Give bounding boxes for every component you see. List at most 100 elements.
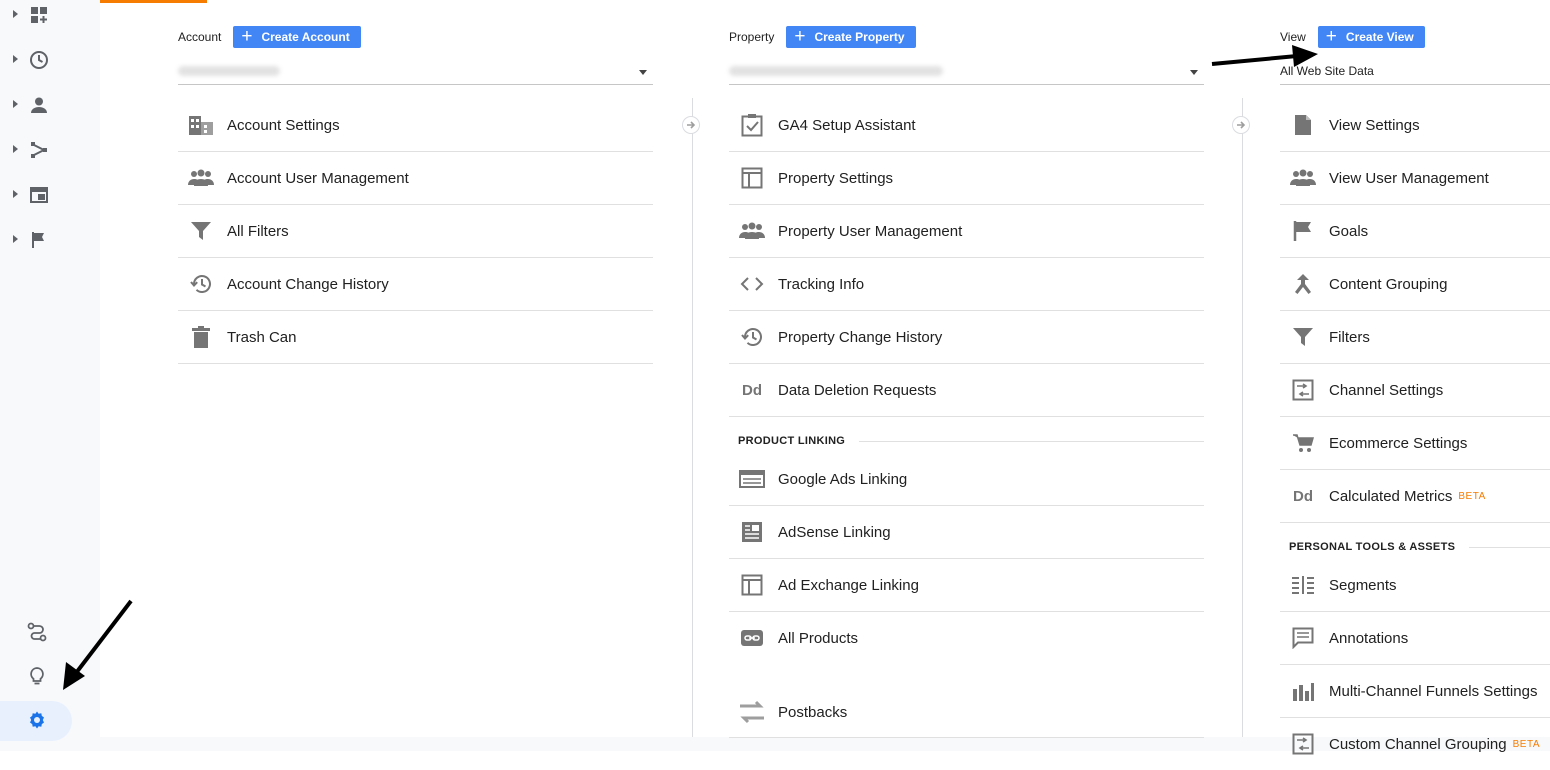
section-divider bbox=[859, 440, 1204, 442]
create-property-button[interactable]: + Create Property bbox=[786, 26, 916, 48]
postback-icon bbox=[740, 700, 764, 724]
nav-behavior[interactable] bbox=[0, 178, 72, 212]
ads-icon bbox=[739, 470, 765, 488]
history-icon bbox=[190, 275, 211, 293]
google-ads-linking-label: Google Ads Linking bbox=[778, 470, 908, 488]
trash-icon bbox=[192, 326, 210, 348]
nav-discover[interactable] bbox=[0, 657, 72, 697]
filters-item[interactable]: Filters bbox=[1280, 311, 1550, 364]
dd-icon: Dd bbox=[1293, 487, 1313, 505]
channel-settings-label: Channel Settings bbox=[1329, 381, 1444, 399]
view-selected-value: All Web Site Data bbox=[1280, 64, 1374, 78]
building-icon bbox=[189, 116, 213, 135]
multi-channel-funnels-settings-item[interactable]: Multi-Channel Funnels Settings bbox=[1280, 665, 1550, 718]
redacted-account-name bbox=[178, 66, 280, 76]
ecommerce-settings-item[interactable]: Ecommerce Settings bbox=[1280, 417, 1550, 470]
property-user-management-item[interactable]: Property User Management bbox=[729, 205, 1204, 258]
all-products-label: All Products bbox=[778, 629, 859, 647]
tracking-info-item[interactable]: Tracking Info bbox=[729, 258, 1204, 311]
view-user-management-label: View User Management bbox=[1329, 169, 1489, 187]
beta-badge: BETA bbox=[1512, 738, 1540, 750]
clipboard-check-icon bbox=[741, 114, 763, 137]
create-account-button[interactable]: + Create Account bbox=[233, 26, 361, 48]
property-settings-item[interactable]: Property Settings bbox=[729, 152, 1204, 205]
account-user-management-item[interactable]: Account User Management bbox=[178, 152, 653, 205]
trash-can-item[interactable]: Trash Can bbox=[178, 311, 653, 364]
property-change-history-item[interactable]: Property Change History bbox=[729, 311, 1204, 364]
property-settings-label: Property Settings bbox=[778, 169, 894, 187]
segments-item[interactable]: Segments bbox=[1280, 559, 1550, 612]
goals-label: Goals bbox=[1329, 222, 1369, 240]
content-grouping-label: Content Grouping bbox=[1329, 275, 1448, 293]
annotations-label: Annotations bbox=[1329, 629, 1409, 647]
view-settings-item[interactable]: View Settings bbox=[1280, 99, 1550, 152]
create-view-button[interactable]: + Create View bbox=[1317, 26, 1425, 48]
filter-icon bbox=[1293, 328, 1313, 346]
nav-audience[interactable] bbox=[0, 88, 72, 122]
google-ads-linking-item[interactable]: Google Ads Linking bbox=[729, 453, 1204, 506]
calculated-metrics-item[interactable]: Dd Calculated Metrics BETA bbox=[1280, 470, 1550, 523]
postbacks-item[interactable]: Postbacks bbox=[729, 687, 1204, 738]
product-linking-heading: PRODUCT LINKING bbox=[729, 429, 1204, 453]
account-settings-item[interactable]: Account Settings bbox=[178, 99, 653, 152]
column-divider bbox=[1242, 98, 1243, 737]
create-account-label: Create Account bbox=[261, 30, 350, 44]
property-selector[interactable] bbox=[729, 60, 1204, 85]
content-grouping-item[interactable]: Content Grouping bbox=[1280, 258, 1550, 311]
caret-right-icon bbox=[13, 190, 18, 198]
redacted-property-name bbox=[729, 66, 943, 76]
history-icon bbox=[741, 328, 762, 346]
plus-icon: + bbox=[794, 26, 806, 47]
account-selector[interactable] bbox=[178, 60, 653, 85]
ad-exchange-linking-item[interactable]: Ad Exchange Linking bbox=[729, 559, 1204, 612]
data-deletion-requests-item[interactable]: Dd Data Deletion Requests bbox=[729, 364, 1204, 417]
dashboard-plus-icon bbox=[31, 7, 47, 23]
view-settings-label: View Settings bbox=[1329, 116, 1420, 134]
ga4-setup-assistant-item[interactable]: GA4 Setup Assistant bbox=[729, 99, 1204, 152]
nav-customization[interactable] bbox=[0, 0, 72, 32]
view-selector[interactable]: All Web Site Data bbox=[1280, 60, 1550, 85]
account-menu: Account Settings Account User Management… bbox=[178, 99, 653, 364]
create-view-label: Create View bbox=[1345, 30, 1414, 44]
filters-label: Filters bbox=[1329, 328, 1370, 346]
all-filters-item[interactable]: All Filters bbox=[178, 205, 653, 258]
trash-can-label: Trash Can bbox=[227, 328, 297, 346]
column-divider bbox=[692, 98, 693, 737]
account-change-history-item[interactable]: Account Change History bbox=[178, 258, 653, 311]
nav-conversions[interactable] bbox=[0, 223, 72, 257]
flag-icon bbox=[32, 232, 44, 248]
nav-realtime[interactable] bbox=[0, 43, 72, 77]
dropdown-caret-icon bbox=[639, 70, 647, 75]
caret-right-icon bbox=[13, 145, 18, 153]
adsense-linking-item[interactable]: AdSense Linking bbox=[729, 506, 1204, 559]
beta-badge: BETA bbox=[1458, 490, 1486, 502]
postbacks-label: Postbacks bbox=[778, 703, 848, 721]
document-icon bbox=[1295, 115, 1311, 135]
segments-label: Segments bbox=[1329, 576, 1397, 594]
nav-attribution[interactable] bbox=[0, 613, 72, 653]
goals-item[interactable]: Goals bbox=[1280, 205, 1550, 258]
annotations-item[interactable]: Annotations bbox=[1280, 612, 1550, 665]
segments-icon bbox=[1292, 576, 1314, 594]
plus-icon: + bbox=[241, 26, 253, 47]
create-property-label: Create Property bbox=[814, 30, 905, 44]
clock-icon bbox=[30, 51, 48, 69]
person-icon bbox=[31, 97, 47, 113]
property-user-management-label: Property User Management bbox=[778, 222, 963, 240]
left-nav-rail bbox=[0, 0, 100, 751]
layout-icon bbox=[741, 574, 763, 596]
data-deletion-requests-label: Data Deletion Requests bbox=[778, 381, 937, 399]
view-user-management-item[interactable]: View User Management bbox=[1280, 152, 1550, 205]
multi-channel-funnels-settings-label: Multi-Channel Funnels Settings bbox=[1329, 682, 1538, 700]
personal-tools-heading: PERSONAL TOOLS & ASSETS bbox=[1280, 535, 1550, 559]
all-products-item[interactable]: All Products bbox=[729, 612, 1204, 664]
nav-admin[interactable] bbox=[0, 701, 72, 741]
account-user-management-label: Account User Management bbox=[227, 169, 409, 187]
custom-channel-grouping-item[interactable]: Custom Channel Grouping BETA bbox=[1280, 718, 1550, 770]
nav-acquisition[interactable] bbox=[0, 133, 72, 167]
channel-settings-item[interactable]: Channel Settings bbox=[1280, 364, 1550, 417]
cart-icon bbox=[1293, 434, 1314, 452]
people-icon bbox=[739, 222, 765, 239]
next-column-arrow-icon bbox=[682, 116, 700, 134]
code-icon bbox=[740, 277, 764, 291]
